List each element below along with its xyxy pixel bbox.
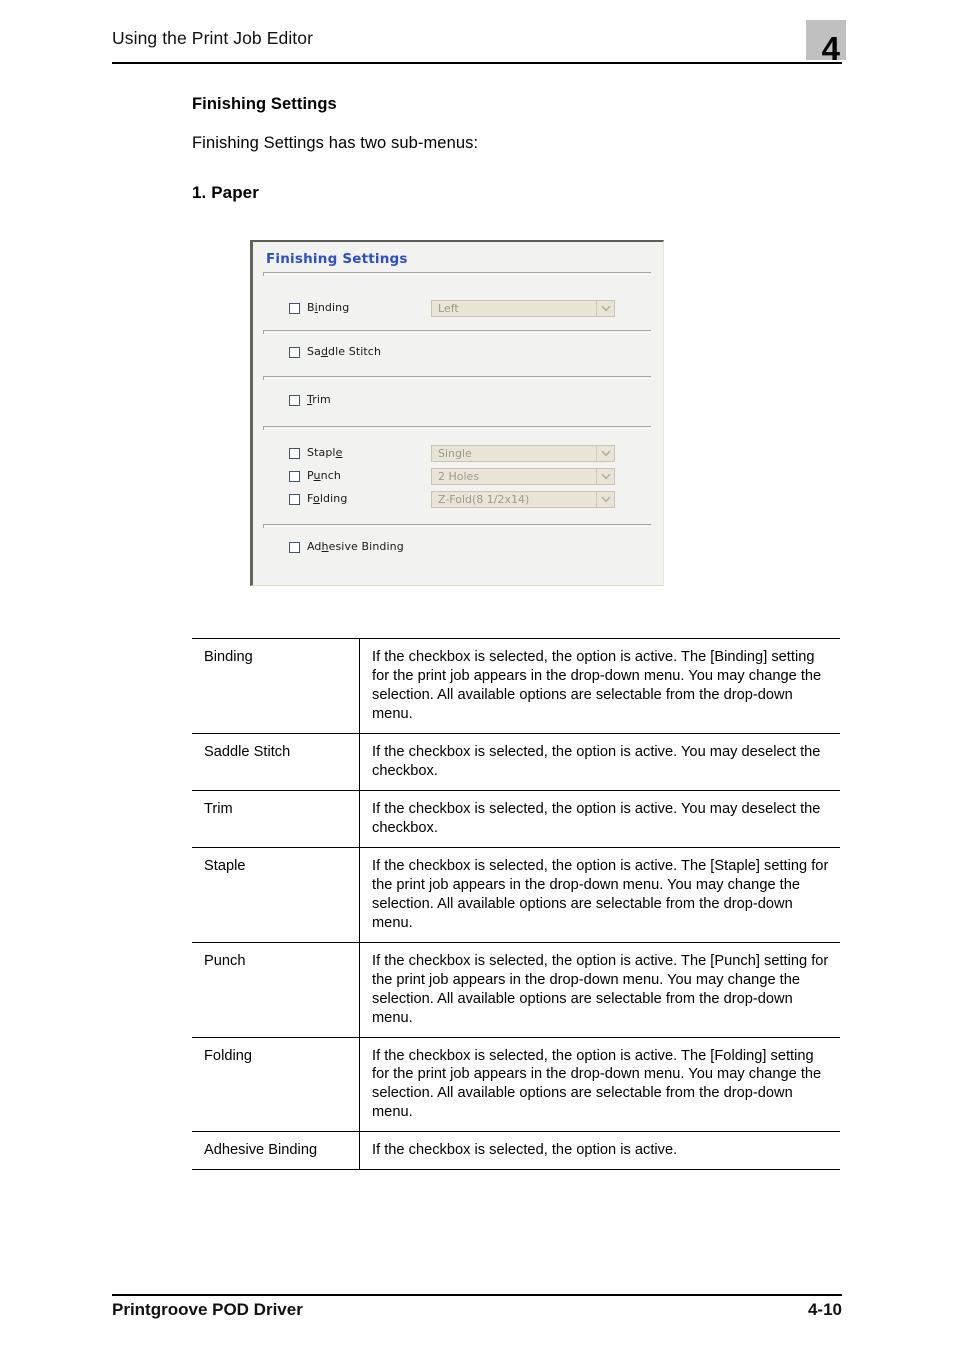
footer-page-number: 4-10 bbox=[807, 1300, 842, 1319]
dialog-separator-2 bbox=[263, 376, 651, 380]
folding-dropdown-value: Z-Fold(8 1/2x14) bbox=[438, 493, 530, 506]
saddle-stitch-checkbox[interactable] bbox=[289, 347, 300, 358]
dialog-row-staple[interactable]: Staple Single bbox=[253, 445, 663, 463]
saddle-stitch-label: Saddle Stitch bbox=[307, 345, 382, 358]
table-cell-term: Adhesive Binding bbox=[192, 1131, 360, 1171]
table-row: Folding If the checkbox is selected, the… bbox=[192, 1037, 840, 1133]
binding-dropdown[interactable]: Left bbox=[431, 300, 615, 317]
table-cell-term: Staple bbox=[192, 847, 360, 943]
table-cell-description: If the checkbox is selected, the option … bbox=[359, 790, 840, 848]
staple-dropdown[interactable]: Single bbox=[431, 445, 615, 462]
settings-description-table: Binding If the checkbox is selected, the… bbox=[192, 638, 840, 1171]
table-cell-description: If the checkbox is selected, the option … bbox=[359, 942, 840, 1038]
table-cell-description: If the checkbox is selected, the option … bbox=[359, 1131, 840, 1171]
intro-paragraph: Finishing Settings has two sub-menus: bbox=[192, 134, 479, 152]
dialog-row-folding[interactable]: Folding Z-Fold(8 1/2x14) bbox=[253, 491, 663, 509]
table-cell-term: Punch bbox=[192, 942, 360, 1038]
folding-label: Folding bbox=[307, 492, 348, 505]
dialog-row-trim[interactable]: Trim bbox=[253, 393, 663, 410]
chevron-down-icon[interactable] bbox=[596, 446, 614, 461]
page-header-title: Using the Print Job Editor bbox=[112, 28, 314, 48]
folding-checkbox[interactable] bbox=[289, 494, 300, 505]
punch-checkbox[interactable] bbox=[289, 471, 300, 482]
dialog-row-adhesive-binding[interactable]: Adhesive Binding bbox=[253, 540, 663, 557]
finishing-settings-dialog-screenshot: Finishing Settings Binding Left Saddle S… bbox=[250, 240, 664, 586]
table-cell-term: Trim bbox=[192, 790, 360, 848]
dialog-row-punch[interactable]: Punch 2 Holes bbox=[253, 468, 663, 486]
table-cell-term: Binding bbox=[192, 638, 360, 734]
punch-label: Punch bbox=[307, 469, 341, 482]
chevron-down-icon[interactable] bbox=[596, 492, 614, 507]
chevron-down-icon[interactable] bbox=[596, 301, 614, 316]
binding-checkbox[interactable] bbox=[289, 303, 300, 314]
dialog-separator-1 bbox=[263, 330, 651, 334]
table-cell-term: Folding bbox=[192, 1037, 360, 1133]
adhesive-binding-checkbox[interactable] bbox=[289, 542, 300, 553]
table-cell-description: If the checkbox is selected, the option … bbox=[359, 733, 840, 791]
dialog-separator-3 bbox=[263, 426, 651, 430]
section-heading: Finishing Settings bbox=[192, 95, 337, 113]
dialog-separator-4 bbox=[263, 524, 651, 528]
chevron-down-icon[interactable] bbox=[596, 469, 614, 484]
adhesive-binding-label: Adhesive Binding bbox=[307, 540, 404, 553]
dialog-row-binding[interactable]: Binding Left bbox=[253, 300, 663, 318]
main-content: Finishing Settings Finishing Settings ha… bbox=[192, 95, 842, 203]
table-body: Binding If the checkbox is selected, the… bbox=[192, 638, 840, 1171]
punch-dropdown-value: 2 Holes bbox=[438, 470, 480, 483]
dialog-row-saddle-stitch[interactable]: Saddle Stitch bbox=[253, 345, 663, 362]
page-footer: Printgroove POD Driver 4-10 bbox=[112, 1300, 842, 1328]
table-row: Punch If the checkbox is selected, the o… bbox=[192, 942, 840, 1038]
staple-label: Staple bbox=[307, 446, 343, 459]
table-row: Saddle Stitch If the checkbox is selecte… bbox=[192, 733, 840, 791]
chapter-number: 4 bbox=[821, 30, 840, 67]
table-cell-term: Saddle Stitch bbox=[192, 733, 360, 791]
dialog-title: Finishing Settings bbox=[266, 251, 408, 267]
table-row: Trim If the checkbox is selected, the op… bbox=[192, 790, 840, 848]
punch-dropdown[interactable]: 2 Holes bbox=[431, 468, 615, 485]
table-cell-description: If the checkbox is selected, the option … bbox=[359, 1037, 840, 1133]
table-cell-description: If the checkbox is selected, the option … bbox=[359, 638, 840, 734]
staple-dropdown-value: Single bbox=[438, 447, 472, 460]
footer-divider-rule bbox=[112, 1294, 842, 1296]
binding-dropdown-value: Left bbox=[438, 302, 459, 315]
footer-document-name: Printgroove POD Driver bbox=[112, 1300, 303, 1319]
table-row: Binding If the checkbox is selected, the… bbox=[192, 638, 840, 734]
trim-label: Trim bbox=[307, 393, 331, 406]
table-cell-description: If the checkbox is selected, the option … bbox=[359, 847, 840, 943]
table-row: Staple If the checkbox is selected, the … bbox=[192, 847, 840, 943]
staple-checkbox[interactable] bbox=[289, 448, 300, 459]
binding-label: Binding bbox=[307, 301, 350, 314]
page-header: Using the Print Job Editor 4 bbox=[112, 20, 846, 72]
dialog-separator-top bbox=[263, 272, 651, 276]
subsection-heading: 1. Paper bbox=[192, 183, 259, 202]
table-row: Adhesive Binding If the checkbox is sele… bbox=[192, 1131, 840, 1171]
trim-checkbox[interactable] bbox=[289, 395, 300, 406]
folding-dropdown[interactable]: Z-Fold(8 1/2x14) bbox=[431, 491, 615, 508]
header-divider-rule bbox=[112, 62, 842, 64]
